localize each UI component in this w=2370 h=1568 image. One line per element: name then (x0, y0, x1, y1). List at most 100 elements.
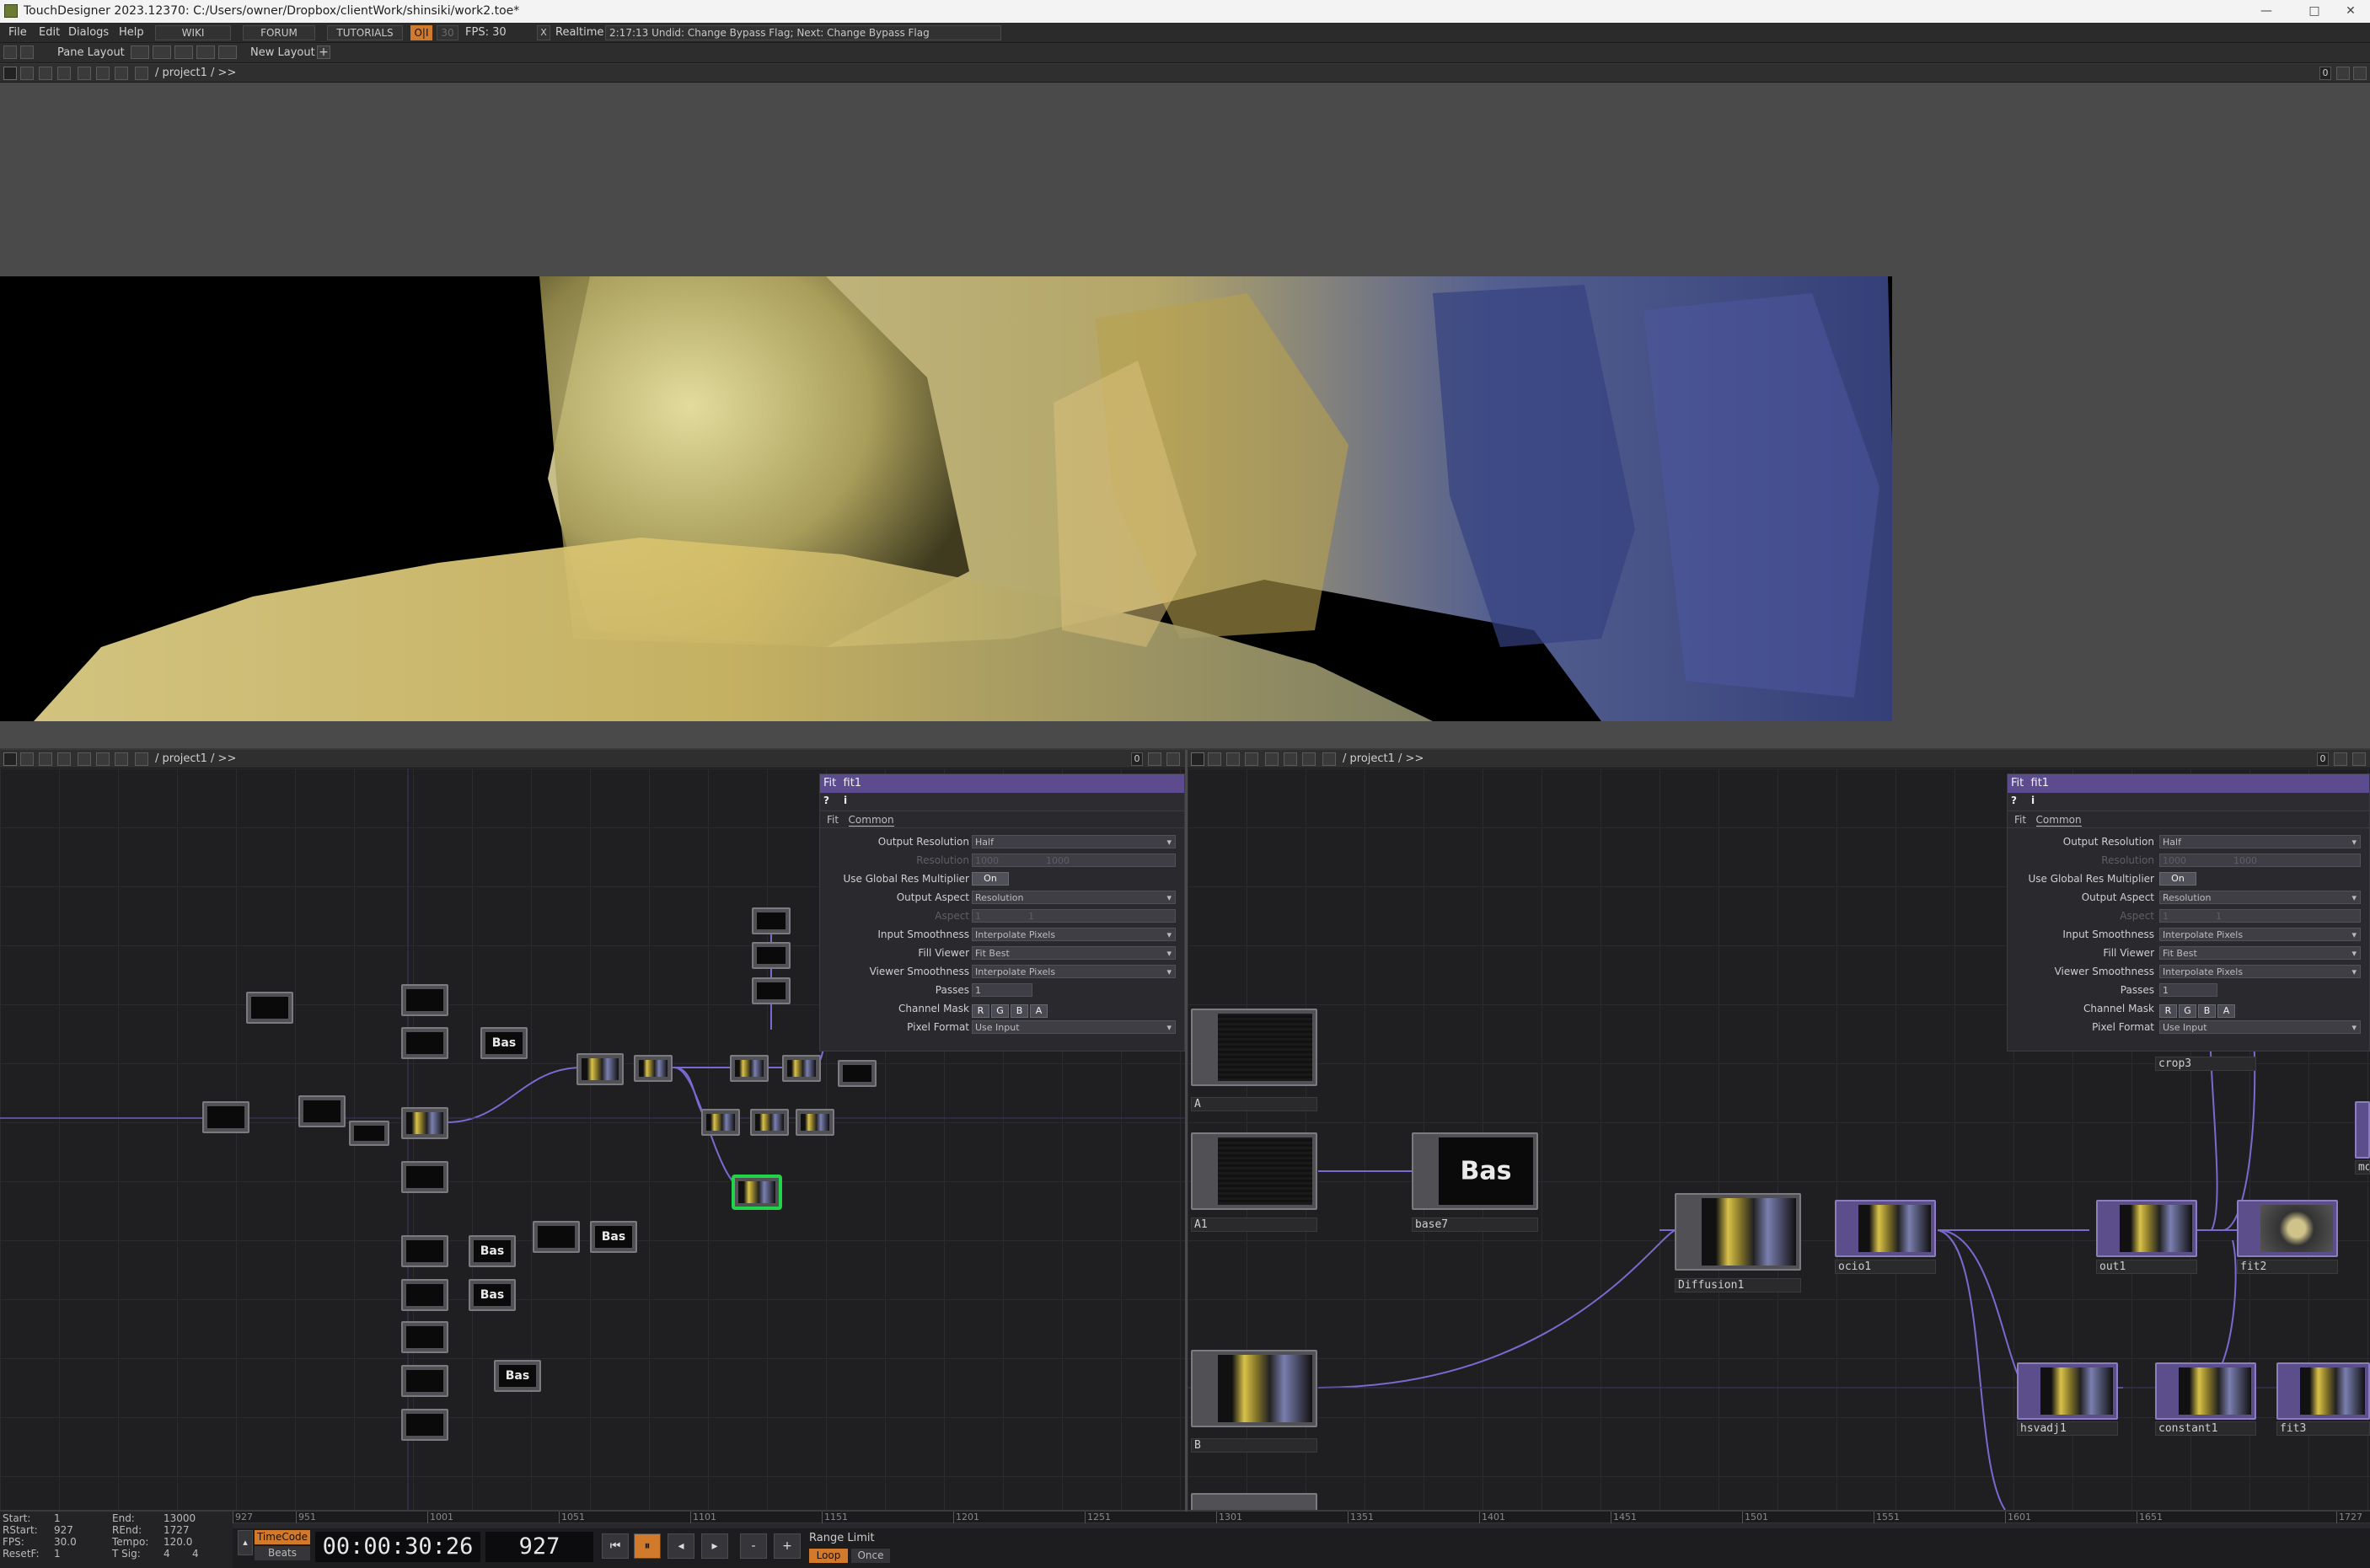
pane-menu-icon[interactable] (3, 67, 17, 80)
fps-target[interactable]: 30 (437, 25, 458, 40)
left-forward-icon[interactable] (57, 752, 71, 766)
rewind-icon[interactable]: ⏮ (602, 1533, 629, 1559)
op-name[interactable]: fit1 (844, 777, 862, 789)
right-parent-icon[interactable] (1322, 752, 1336, 766)
node-label-out1[interactable]: out1 (2096, 1260, 2197, 1274)
tsig-den[interactable]: 4 (192, 1549, 199, 1560)
add-layout-button[interactable]: + (317, 45, 330, 59)
right-forward-icon[interactable] (1245, 752, 1258, 766)
maximize-pane-icon[interactable] (2336, 67, 2350, 80)
base-node-3[interactable]: Bas (469, 1279, 516, 1311)
aspect-field[interactable]: 1 1 (2159, 909, 2361, 923)
mask-g-button[interactable]: G (991, 1004, 1009, 1018)
star-icon[interactable] (96, 67, 110, 80)
node-label-a1[interactable]: A1 (1191, 1217, 1317, 1232)
forum-button[interactable]: FORUM (243, 25, 315, 40)
top-node-2[interactable] (401, 1027, 448, 1059)
viewer-path[interactable]: / project1 / >> (155, 64, 236, 83)
viewer-smoothness-menu[interactable]: Interpolate Pixels ▾ (2159, 965, 2361, 978)
top-node-19[interactable] (750, 1109, 789, 1136)
maximize-button[interactable]: □ (2295, 0, 2334, 23)
output-aspect-menu[interactable]: Resolution ▾ (972, 891, 1176, 904)
selected-node[interactable] (733, 1176, 780, 1208)
pane-split-icon-5[interactable] (218, 45, 237, 59)
node-label-hsvadj1[interactable]: hsvadj1 (2017, 1421, 2118, 1436)
node-label-mo[interactable]: mo (2355, 1160, 2370, 1175)
out1-node[interactable] (2096, 1200, 2197, 1257)
right-network-editor[interactable]: A A1 Bas base7 Diffusion1 ocio1 out1 fit… (1188, 768, 2370, 1510)
tab-common[interactable]: Common (2035, 814, 2082, 827)
mask-a-button[interactable]: A (2217, 1004, 2235, 1018)
left-network-editor[interactable]: Bas Bas Bas Bas Bas Fit fit1 ? i Fit Com… (0, 768, 1185, 1510)
left-pane-menu-icon[interactable] (3, 752, 17, 766)
top-node-6[interactable] (401, 1321, 448, 1353)
menu-edit[interactable]: Edit (39, 23, 60, 43)
diffusion1-node[interactable] (1675, 1193, 1801, 1271)
passes-field[interactable]: 1 (2159, 983, 2217, 997)
once-button[interactable]: Once (851, 1549, 890, 1563)
fps-value[interactable]: 30.0 (54, 1537, 77, 1548)
base-node-base7[interactable]: Bas (1412, 1132, 1538, 1210)
resolution-field[interactable]: 1000 1000 (2159, 854, 2361, 867)
minimize-button[interactable]: — (2247, 0, 2286, 23)
viewer-pane[interactable] (0, 83, 2370, 748)
right-back-icon[interactable] (1226, 752, 1240, 766)
right-home-icon[interactable] (1265, 752, 1279, 766)
select-node-a1[interactable] (1191, 1132, 1317, 1210)
play-forward-icon[interactable]: ▸ (701, 1533, 728, 1559)
oi-toggle[interactable]: O|I (410, 25, 432, 40)
timecode-mode-button[interactable]: TimeCode (255, 1530, 310, 1544)
tempo-value[interactable]: 120.0 (164, 1537, 192, 1548)
input-smoothness-menu[interactable]: Interpolate Pixels ▾ (972, 928, 1176, 941)
node-label-a[interactable]: A (1191, 1097, 1317, 1111)
global-res-toggle[interactable]: On (972, 872, 1009, 886)
left-parameter-dialog[interactable]: Fit fit1 ? i Fit Common Output Resolutio… (819, 773, 1185, 1052)
loop-button[interactable]: Loop (809, 1549, 848, 1563)
base-node-1[interactable]: Bas (480, 1027, 528, 1059)
hsvadj1-node[interactable] (2017, 1362, 2118, 1420)
pane-split-icon-3[interactable] (174, 45, 193, 59)
resetf-value[interactable]: 1 (54, 1549, 61, 1560)
mask-r-button[interactable]: R (2159, 1004, 2177, 1018)
null-node-3[interactable] (298, 1095, 346, 1127)
right-pane-type-icon[interactable] (1208, 752, 1221, 766)
base-node-2[interactable]: Bas (469, 1235, 516, 1267)
node-label-b[interactable]: B (1191, 1438, 1317, 1453)
menu-file[interactable]: File (8, 23, 27, 43)
mask-r-button[interactable]: R (972, 1004, 989, 1018)
output-aspect-menu[interactable]: Resolution ▾ (2159, 891, 2361, 904)
new-layout-label[interactable]: New Layout (250, 43, 315, 63)
right-parameter-dialog[interactable]: Fit fit1 ? i Fit Common Output Resolutio… (2007, 773, 2370, 1052)
top-node-15[interactable] (752, 907, 791, 934)
null-node-1[interactable] (246, 992, 293, 1024)
pane-split-icon-4[interactable] (196, 45, 215, 59)
timeline-range-bar[interactable] (233, 1523, 2370, 1528)
resolution-field[interactable]: 1000 1000 (972, 854, 1176, 867)
base-node-4[interactable]: Bas (494, 1360, 541, 1392)
select-node-a[interactable] (1191, 1009, 1317, 1086)
output-resolution-menu[interactable]: Half ▾ (2159, 835, 2361, 848)
top-node-7[interactable] (401, 1365, 448, 1397)
help-icon[interactable]: ? (2011, 795, 2017, 806)
pane-split-icon-2[interactable] (153, 45, 171, 59)
right-network-path[interactable]: / project1 / >> (1343, 750, 1424, 768)
node-label-base7[interactable]: base7 (1412, 1217, 1538, 1232)
global-res-toggle[interactable]: On (2159, 872, 2196, 886)
info-icon[interactable]: i (844, 795, 847, 806)
top-node-17[interactable] (752, 977, 791, 1004)
start-value[interactable]: 1 (54, 1513, 61, 1524)
top-node-10[interactable] (576, 1053, 624, 1085)
top-node-4[interactable] (401, 1235, 448, 1267)
passes-field[interactable]: 1 (972, 983, 1032, 997)
top-node-20[interactable] (796, 1109, 834, 1136)
wiki-button[interactable]: WIKI (155, 25, 231, 40)
input-smoothness-menu[interactable]: Interpolate Pixels ▾ (2159, 928, 2361, 941)
ocio1-node[interactable] (1835, 1200, 1936, 1257)
fit3-node[interactable] (2276, 1362, 2370, 1420)
moviefilein-node[interactable] (401, 1107, 448, 1139)
rstart-value[interactable]: 927 (54, 1525, 73, 1536)
left-home-icon[interactable] (78, 752, 91, 766)
tutorials-button[interactable]: TUTORIALS (327, 25, 403, 40)
timeline-ruler[interactable]: 927 951 1001 1051 1101 1151 1201 1251 1301 1351 14… (233, 1512, 2370, 1523)
step-back-icon[interactable]: - (740, 1533, 767, 1559)
